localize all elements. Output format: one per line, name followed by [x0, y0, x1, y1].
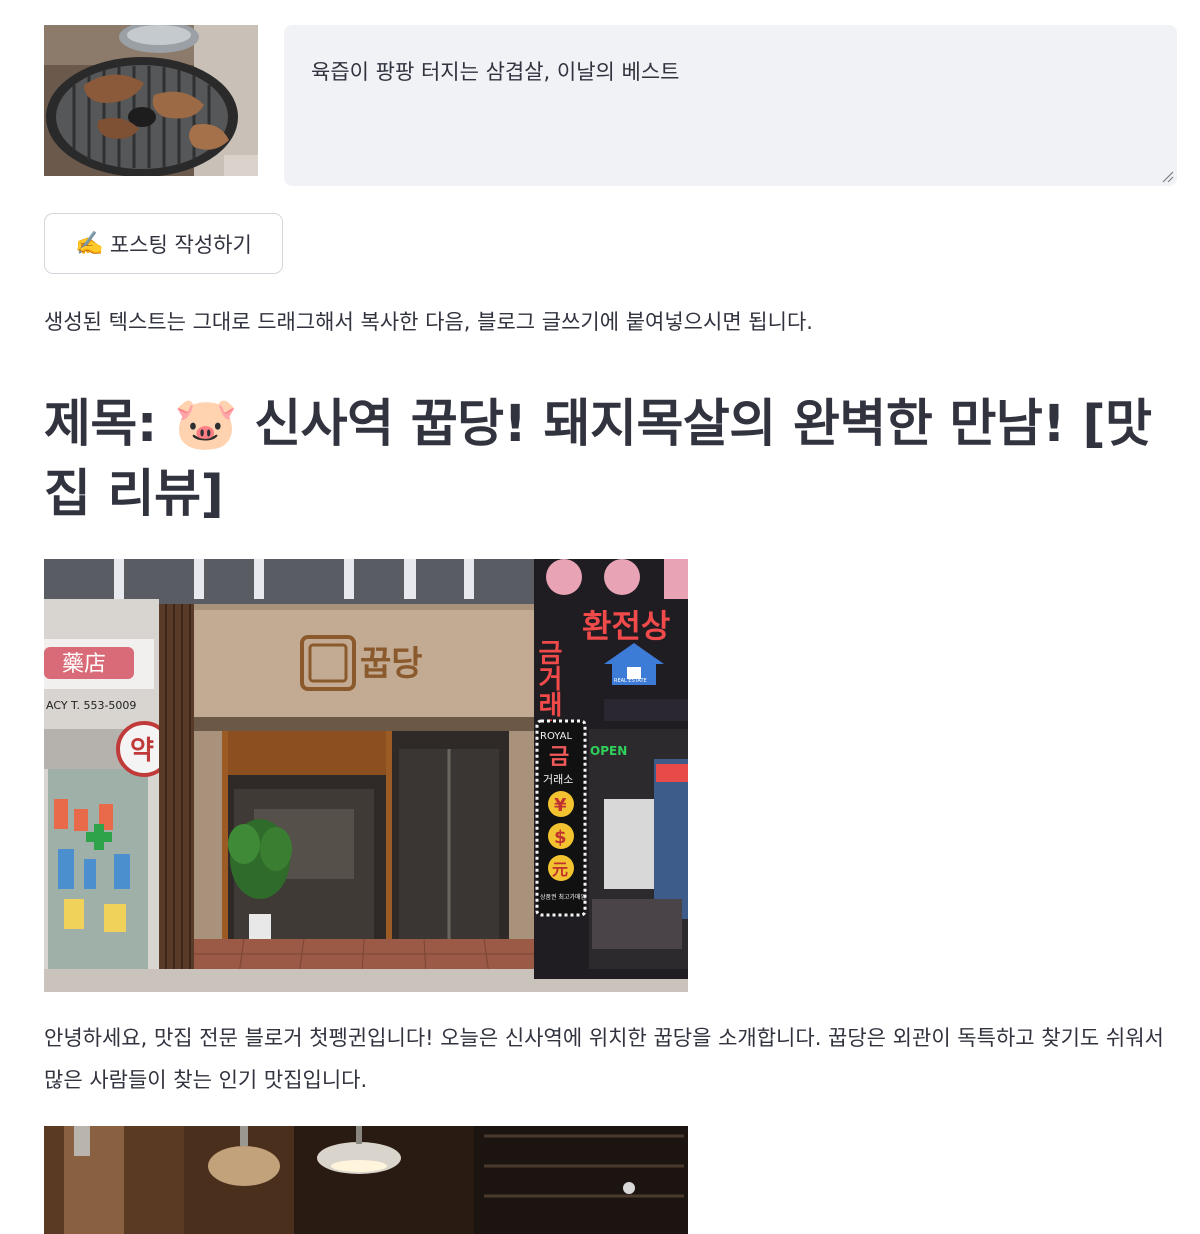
- writing-hand-icon: ✍️: [75, 231, 104, 257]
- restaurant-interior-photo: [44, 1126, 688, 1234]
- royal-sign-bottom: 상품권 최고가매입: [540, 893, 586, 901]
- currency-exchange-sign: 환전상: [582, 607, 670, 645]
- description-textarea[interactable]: 육즙이 팡팡 터지는 삼겹살, 이날의 베스트: [284, 25, 1177, 186]
- royal-sign-sub: 거래소: [543, 773, 573, 786]
- page: 육즙이 팡팡 터지는 삼겹살, 이날의 베스트 ✍️ 포스팅 작성하기 생성된 …: [0, 0, 1200, 1234]
- shop-sign: 꿉당: [360, 644, 423, 684]
- write-post-button[interactable]: ✍️ 포스팅 작성하기: [44, 213, 283, 274]
- resize-handle-icon[interactable]: [1161, 170, 1174, 183]
- post-intro-paragraph: 안녕하세요, 맛집 전문 블로거 첫펭귄입니다! 오늘은 신사역에 위치한 꿉당…: [44, 1026, 1164, 1092]
- pharmacy-sign: 藥店: [62, 652, 106, 677]
- write-post-button-label: 포스팅 작성하기: [109, 232, 252, 257]
- copy-hint-text: 생성된 텍스트는 그대로 드래그해서 복사한 다음, 블로그 글쓰기에 붙여넣으…: [44, 310, 813, 334]
- storefront-illustration: 藥店 ACY T. 553-5009 약 꿉당 금거래소 환전상 REAL ES…: [44, 559, 688, 992]
- yuan-symbol: 元: [552, 860, 568, 879]
- grill-photo: [44, 25, 258, 176]
- uploaded-food-thumbnail: [44, 25, 258, 176]
- yak-sign: 약: [130, 736, 154, 766]
- royal-sign-gold: 금: [549, 745, 569, 770]
- post-title: 제목: 🐷 신사역 꿉당! 돼지목살의 완벽한 만남! [맛집 리뷰]: [44, 395, 1152, 524]
- real-estate-label: REAL ESTATE: [614, 678, 647, 684]
- dollar-symbol: $: [554, 827, 567, 848]
- interior-illustration: [44, 1126, 688, 1234]
- pharmacy-phone: ACY T. 553-5009: [46, 699, 136, 712]
- open-sign: OPEN: [590, 744, 627, 758]
- restaurant-storefront-photo: 藥店 ACY T. 553-5009 약 꿉당 금거래소 환전상 REAL ES…: [44, 559, 688, 992]
- yen-symbol: ¥: [554, 795, 567, 816]
- royal-sign-top: ROYAL: [540, 731, 572, 742]
